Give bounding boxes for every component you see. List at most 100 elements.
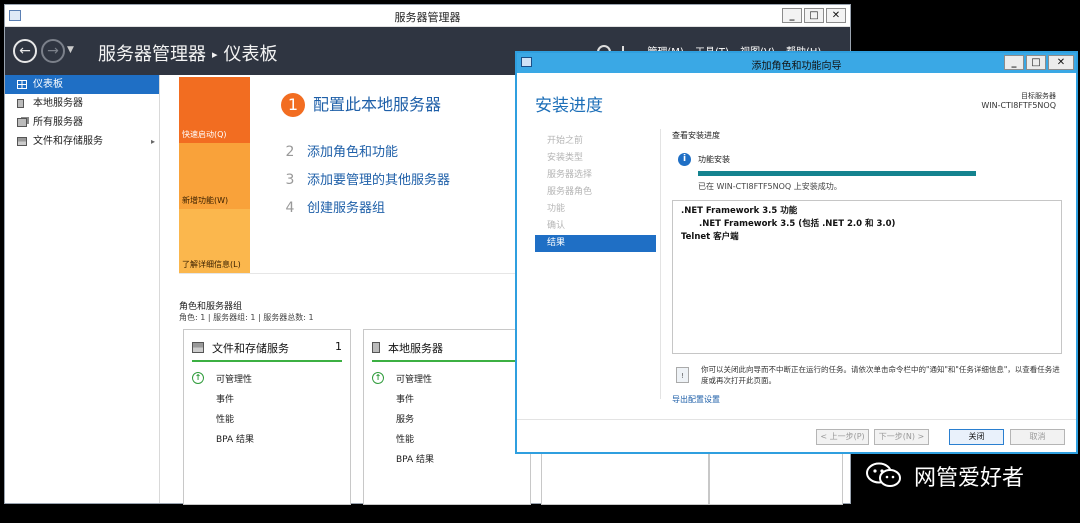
server-manager-titlebar[interactable]: 服务器管理器 _ □ ✕ [5,5,850,27]
divider [660,129,661,399]
servers-icon [17,118,27,127]
feature-item: .NET Framework 3.5 (包括 .NET 2.0 和 3.0) [699,219,896,229]
sidebar-item-local-server[interactable]: 本地服务器 [5,94,159,113]
feature-item: .NET Framework 3.5 功能 [681,206,798,216]
add-roles-wizard-dialog: 添加角色和功能向导 _ □ ✕ 安装进度 目标服务器 WIN-CTI8FTF5N… [515,51,1078,454]
watermark-text: 网管爱好者 [914,466,1025,491]
tile-row[interactable]: 事件 [216,392,234,405]
tile-header: 文件和存储服务 1 [192,340,342,362]
server-icon [372,342,380,353]
tab-whats-new[interactable]: 新增功能(W) [179,143,250,209]
tile-local-server[interactable]: 本地服务器 1 ↑ 可管理性 事件 服务 性能 BPA 结果 [363,329,531,505]
feature-item: Telnet 客户端 [681,232,739,242]
quick-start-tabs: 快速启动(Q) 新增功能(W) 了解详细信息(L) [179,77,250,273]
step-link[interactable]: 配置此本地服务器 [313,95,441,114]
step-link[interactable]: 添加要管理的其他服务器 [307,173,450,188]
up-arrow-icon: ↑ [192,372,204,384]
export-settings-link[interactable]: 导出配置设置 [672,394,720,405]
breadcrumb: 服务器管理器 ▸ 仪表板 [98,40,278,66]
step-number: 2 [285,144,295,160]
install-status: 已在 WIN-CTI8FTF5NOQ 上安装成功。 [698,182,842,191]
close-button[interactable]: ✕ [1048,55,1074,70]
wizard-title: 添加角色和功能向导 [751,61,842,72]
tab-quick-start[interactable]: 快速启动(Q) [179,77,250,143]
next-button[interactable]: 下一步(N) > [874,429,929,445]
view-progress-label: 查看安装进度 [672,131,720,140]
step-number: 3 [285,172,295,188]
tile-title: 文件和存储服务 [212,342,289,355]
sidebar-item-all-servers[interactable]: 所有服务器 [5,113,159,132]
tile-row[interactable]: 事件 [396,392,414,405]
wizard-step: 开始之前 [547,136,584,146]
progress-fill [698,171,976,176]
sidebar-item-label: 所有服务器 [33,117,83,128]
tile-header: 本地服务器 1 [372,340,522,362]
tab-label: 快速启动(Q) [182,130,227,139]
tile-title: 本地服务器 [388,342,443,355]
step-link[interactable]: 创建服务器组 [307,201,385,216]
tab-learn-more[interactable]: 了解详细信息(L) [179,209,250,273]
tab-label: 了解详细信息(L) [182,260,241,269]
history-dropdown-icon[interactable]: ▼ [67,45,74,55]
close-button[interactable]: ✕ [826,8,846,23]
sidebar-item-file-storage[interactable]: 文件和存储服务 ▸ [5,132,159,151]
forward-arrow-icon[interactable]: → [41,39,65,63]
install-label: 功能安装 [698,155,730,164]
step-configure-local-server[interactable]: 1 配置此本地服务器 [281,91,441,117]
notification-icon: ! [676,367,689,383]
tile-row[interactable]: 可管理性 [216,372,252,385]
storage-icon [192,342,204,353]
step-create-group[interactable]: 4 创建服务器组 [281,197,385,216]
previous-button[interactable]: < 上一步(P) [816,429,869,445]
sidebar-item-label: 仪表板 [33,79,63,90]
breadcrumb-app: 服务器管理器 [98,44,206,65]
maximize-button[interactable]: □ [1026,55,1046,70]
tile-count: 1 [335,340,342,353]
tile-row[interactable]: BPA 结果 [216,432,254,445]
up-arrow-icon: ↑ [372,372,384,384]
back-arrow-icon[interactable]: ← [13,39,37,63]
wizard-titlebar[interactable]: 添加角色和功能向导 _ □ ✕ [517,53,1076,73]
sidebar: 仪表板 本地服务器 所有服务器 文件和存储服务 ▸ [5,75,160,503]
roles-summary: 角色: 1 | 服务器组: 1 | 服务器总数: 1 [179,313,314,322]
storage-icon [17,137,27,146]
tile-row[interactable]: 可管理性 [396,372,432,385]
tile-row[interactable]: BPA 结果 [396,452,434,465]
breadcrumb-page: 仪表板 [223,44,278,65]
step-add-servers[interactable]: 3 添加要管理的其他服务器 [281,169,450,188]
screen: 服务器管理器 _ □ ✕ ← → ▼ 服务器管理器▸仪表板 管理(M) 工具(T… [0,0,1080,523]
step-number: 1 [281,93,305,117]
installed-features-list[interactable]: .NET Framework 3.5 功能 .NET Framework 3.5… [672,200,1062,354]
close-hint-text: 你可以关闭此向导而不中断正在运行的任务。请依次单击命令栏中的"通知"和"任务详细… [701,365,1060,385]
server-icon [17,99,24,108]
step-add-roles[interactable]: 2 添加角色和功能 [281,141,398,160]
wizard-step-current[interactable]: 结果 [535,235,656,252]
tab-label: 新增功能(W) [182,196,229,205]
tile-row[interactable]: 服务 [396,412,414,425]
dashboard-icon [17,80,27,89]
tile-row[interactable]: 性能 [396,432,414,445]
wizard-step: 功能 [547,204,566,214]
wizard-step: 安装类型 [547,153,584,163]
step-link[interactable]: 添加角色和功能 [307,145,398,160]
wizard-step: 服务器角色 [547,187,593,197]
expand-arrow-icon[interactable]: ▸ [151,132,155,151]
sidebar-item-label: 本地服务器 [33,98,83,109]
wizard-step: 确认 [547,221,566,231]
minimize-button[interactable]: _ [1004,55,1024,70]
wizard-step: 服务器选择 [547,170,593,180]
tile-row[interactable]: 性能 [216,412,234,425]
cancel-button[interactable]: 取消 [1010,429,1065,445]
close-wizard-button[interactable]: 关闭 [949,429,1004,445]
progress-bar [698,171,976,176]
target-server-label: 目标服务器 [1021,92,1056,100]
sidebar-item-label: 文件和存储服务 [33,136,103,147]
sidebar-item-dashboard[interactable]: 仪表板 [5,75,159,94]
target-server-name: WIN-CTI8FTF5NOQ [981,101,1056,110]
maximize-button[interactable]: □ [804,8,824,23]
roles-heading: 角色和服务器组 [179,302,243,312]
page-title: 安装进度 [535,96,603,116]
tile-file-storage[interactable]: 文件和存储服务 1 ↑ 可管理性 事件 性能 BPA 结果 [183,329,351,505]
window-title: 服务器管理器 [394,11,461,24]
minimize-button[interactable]: _ [782,8,802,23]
